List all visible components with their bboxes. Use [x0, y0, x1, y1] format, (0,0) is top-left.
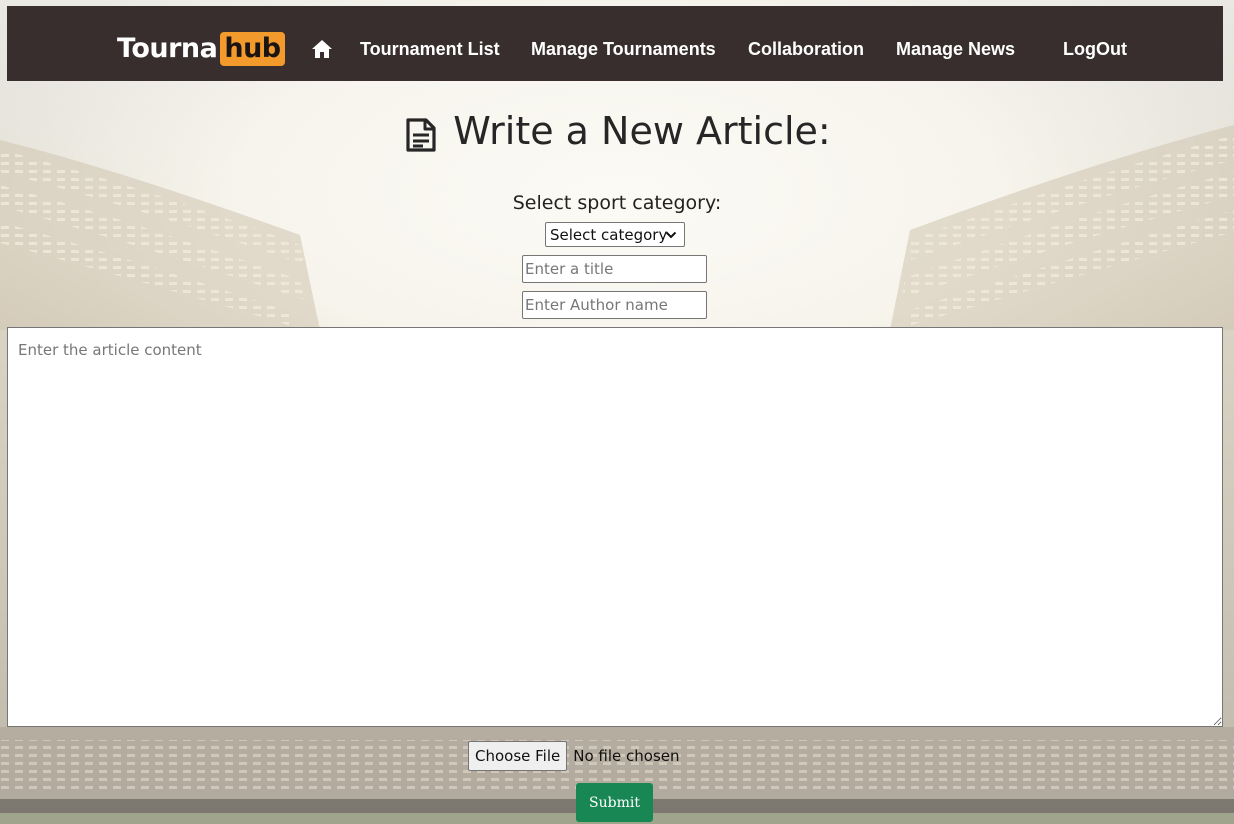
category-selected-value: Select category [550, 225, 668, 244]
page-title: Write a New Article: [453, 109, 831, 153]
home-icon[interactable] [311, 39, 333, 59]
nav-logout[interactable]: LogOut [1063, 38, 1127, 60]
page-heading: Write a New Article: [0, 107, 1234, 157]
logo-text-primary: Tourna [117, 33, 218, 64]
article-icon [406, 118, 436, 152]
file-status-text: No file chosen [573, 747, 680, 765]
top-navbar: Tourna hub Tournament List Manage Tourna… [7, 6, 1223, 81]
article-content-textarea[interactable] [7, 327, 1223, 727]
author-input[interactable] [522, 291, 707, 319]
nav-manage-tournaments[interactable]: Manage Tournaments [531, 38, 716, 60]
nav-tournament-list[interactable]: Tournament List [360, 38, 500, 60]
chevron-down-icon [665, 231, 677, 239]
title-input[interactable] [522, 255, 707, 283]
brand-logo[interactable]: Tourna hub [117, 32, 285, 66]
nav-collaboration[interactable]: Collaboration [748, 38, 864, 60]
logo-text-highlight: hub [220, 32, 285, 66]
submit-button[interactable]: Submit [576, 783, 653, 822]
file-upload: Choose File No file chosen [468, 741, 680, 771]
category-label: Select sport category: [512, 192, 722, 214]
category-select[interactable]: Select category [545, 222, 685, 247]
nav-manage-news[interactable]: Manage News [896, 38, 1015, 60]
choose-file-button[interactable]: Choose File [468, 741, 568, 771]
